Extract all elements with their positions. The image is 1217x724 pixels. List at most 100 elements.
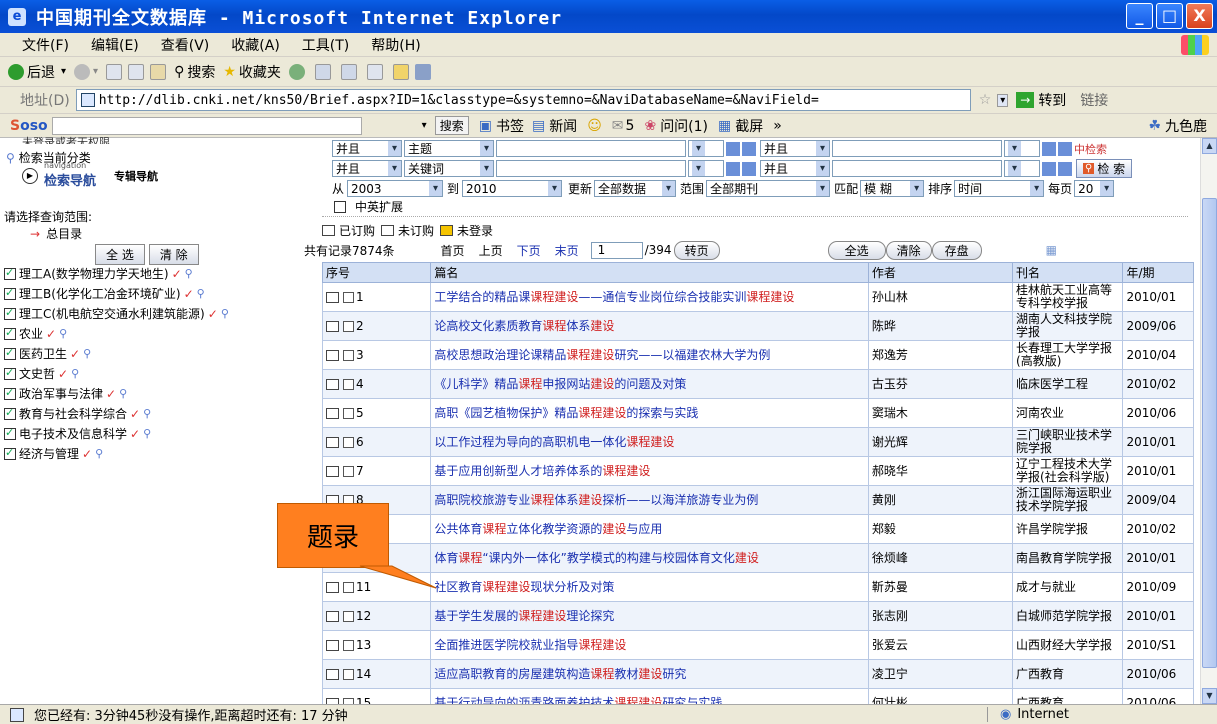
- article-title-link[interactable]: 全面推进医学院校就业指导课程建设: [434, 638, 626, 652]
- page-input[interactable]: 1: [590, 241, 643, 259]
- checkbox[interactable]: [4, 346, 16, 360]
- category-item[interactable]: 经济与管理✓⚲: [4, 445, 103, 462]
- more-chevron[interactable]: »: [773, 118, 782, 134]
- category-item[interactable]: 电子技术及信息科学✓⚲: [4, 425, 151, 442]
- row-checkbox[interactable]: [343, 581, 354, 593]
- expand-icon[interactable]: [1042, 161, 1056, 176]
- magnifier-icon[interactable]: ⚲: [143, 407, 151, 420]
- category-item[interactable]: 理工B(化学化工冶金环境矿业)✓⚲: [4, 285, 205, 302]
- category-item[interactable]: 医药卫生✓⚲: [4, 345, 91, 362]
- magnifier-icon[interactable]: ⚲: [71, 367, 79, 380]
- article-title-link[interactable]: 适应高职教育的房屋建筑构造课程教材建设研究: [434, 667, 686, 681]
- folder-icon[interactable]: [392, 63, 409, 80]
- category-item[interactable]: 农业✓⚲: [4, 325, 67, 342]
- select-all-button[interactable]: 全选: [827, 240, 886, 260]
- prev-page-link[interactable]: 上页: [479, 242, 503, 259]
- document-icon[interactable]: [326, 349, 339, 361]
- cell-journal[interactable]: 浙江国际海运职业技术学院学报: [1012, 485, 1124, 515]
- go-page-button[interactable]: 转页: [673, 240, 720, 260]
- mail-icon[interactable]: [340, 63, 357, 80]
- article-title-link[interactable]: 基于学生发展的课程建设理论探究: [434, 609, 614, 623]
- article-title-link[interactable]: 论高校文化素质教育课程体系建设: [434, 319, 614, 333]
- row-checkbox[interactable]: [343, 465, 354, 477]
- cell-author[interactable]: 窦瑞木: [867, 398, 1014, 428]
- document-icon[interactable]: [326, 436, 339, 448]
- freq-select[interactable]: [1004, 140, 1040, 157]
- row-checkbox[interactable]: [343, 436, 354, 448]
- checkbox[interactable]: [4, 446, 16, 460]
- freq-select[interactable]: [688, 160, 724, 177]
- left-select-all-button[interactable]: 全 选: [95, 244, 145, 265]
- soso-search-input[interactable]: [51, 116, 362, 135]
- category-item[interactable]: 文史哲✓⚲: [4, 365, 79, 382]
- favorite-star-icon[interactable]: ☆: [979, 92, 992, 108]
- category-item[interactable]: 政治军事与法律✓⚲: [4, 385, 127, 402]
- checkbox[interactable]: [4, 266, 16, 280]
- article-title-link[interactable]: 工学结合的精品课课程建设——通信专业岗位综合技能实训课程建设: [434, 290, 794, 304]
- article-title-link[interactable]: 公共体育课程立体化教学资源的建设与应用: [434, 522, 662, 536]
- search-button[interactable]: ⚲ 搜索: [174, 62, 215, 82]
- cell-author[interactable]: 凌卫宁: [867, 659, 1014, 689]
- soso-search-button[interactable]: 搜索: [434, 116, 469, 135]
- cell-author[interactable]: 谢光辉: [867, 427, 1014, 457]
- cn-en-checkbox[interactable]: [334, 200, 346, 213]
- home-icon[interactable]: [150, 63, 167, 80]
- checkbox[interactable]: [4, 426, 16, 440]
- favorites-button[interactable]: ★ 收藏夹: [223, 62, 281, 82]
- cell-author[interactable]: 古玉芬: [867, 369, 1014, 399]
- document-icon[interactable]: [326, 407, 339, 419]
- field-select[interactable]: 关键词: [404, 160, 494, 177]
- scroll-up-icon[interactable]: ▲: [1202, 138, 1217, 154]
- history-icon[interactable]: [314, 63, 331, 80]
- row-checkbox[interactable]: [343, 378, 354, 390]
- keyword-input-2[interactable]: [832, 160, 1002, 177]
- expand-icon[interactable]: [742, 161, 756, 176]
- match-select[interactable]: 模 糊: [860, 180, 925, 197]
- back-button[interactable]: 后退 ▾: [8, 62, 66, 82]
- col-author[interactable]: 作者: [867, 262, 1014, 283]
- save-button[interactable]: 存盘: [931, 240, 982, 260]
- next-page-link[interactable]: 下页: [517, 242, 541, 259]
- cell-journal[interactable]: 白城师范学院学报: [1012, 601, 1124, 631]
- logic-select[interactable]: 并且: [760, 140, 830, 157]
- per-page-select[interactable]: 20: [1074, 180, 1115, 197]
- menu-view[interactable]: 查看(V): [150, 35, 221, 55]
- row-checkbox[interactable]: [343, 668, 354, 680]
- cell-journal[interactable]: 南昌教育学院学报: [1012, 543, 1124, 573]
- cell-author[interactable]: 黄刚: [867, 485, 1014, 515]
- row-checkbox[interactable]: [343, 291, 354, 303]
- emoji-icon[interactable]: ☺: [587, 118, 602, 134]
- expand-icon[interactable]: [1058, 141, 1072, 156]
- to-year-select[interactable]: 2010: [462, 180, 563, 197]
- keyword-input-2[interactable]: [832, 140, 1002, 157]
- expand-icon[interactable]: [726, 141, 740, 156]
- article-title-link[interactable]: 高校思想政治理论课精品课程建设研究——以福建农林大学为例: [434, 348, 770, 362]
- last-page-link[interactable]: 末页: [555, 242, 579, 259]
- row-checkbox[interactable]: [343, 320, 354, 332]
- article-title-link[interactable]: 以工作过程为导向的高职机电一体化课程建设: [434, 435, 674, 449]
- from-year-select[interactable]: 2003: [347, 180, 444, 197]
- nine-deer-link[interactable]: 九色鹿: [1165, 116, 1207, 136]
- special-nav-link[interactable]: 专辑导航: [114, 168, 158, 184]
- soso-ask[interactable]: 问问(1): [660, 116, 708, 136]
- keyword-input[interactable]: [496, 140, 686, 157]
- cell-author[interactable]: 陈晔: [867, 311, 1014, 341]
- document-icon[interactable]: [326, 581, 339, 593]
- magnifier-icon[interactable]: ⚲: [197, 287, 205, 300]
- address-dropdown-icon[interactable]: ▾: [997, 93, 1009, 107]
- article-title-link[interactable]: 社区教育课程建设现状分析及对策: [434, 580, 614, 594]
- cell-author[interactable]: 靳苏曼: [867, 572, 1014, 602]
- field-select[interactable]: 主题: [404, 140, 494, 157]
- article-title-link[interactable]: 体育课程“课内外一体化”教学模式的构建与校园体育文化建设: [434, 551, 758, 565]
- minimize-button[interactable]: _: [1126, 3, 1153, 29]
- expand-icon[interactable]: [726, 161, 740, 176]
- magnifier-icon[interactable]: ⚲: [143, 427, 151, 440]
- navigation-header[interactable]: ▶ navigation 检索导航 专辑导航: [22, 162, 158, 189]
- scroll-thumb[interactable]: [1202, 198, 1217, 668]
- document-icon[interactable]: [326, 378, 339, 390]
- category-item[interactable]: 理工C(机电航空交通水利建筑能源)✓⚲: [4, 305, 229, 322]
- document-icon[interactable]: [326, 610, 339, 622]
- soso-screenshot[interactable]: 截屏: [735, 116, 763, 136]
- magnifier-icon[interactable]: ⚲: [95, 447, 103, 460]
- checkbox[interactable]: [4, 406, 16, 420]
